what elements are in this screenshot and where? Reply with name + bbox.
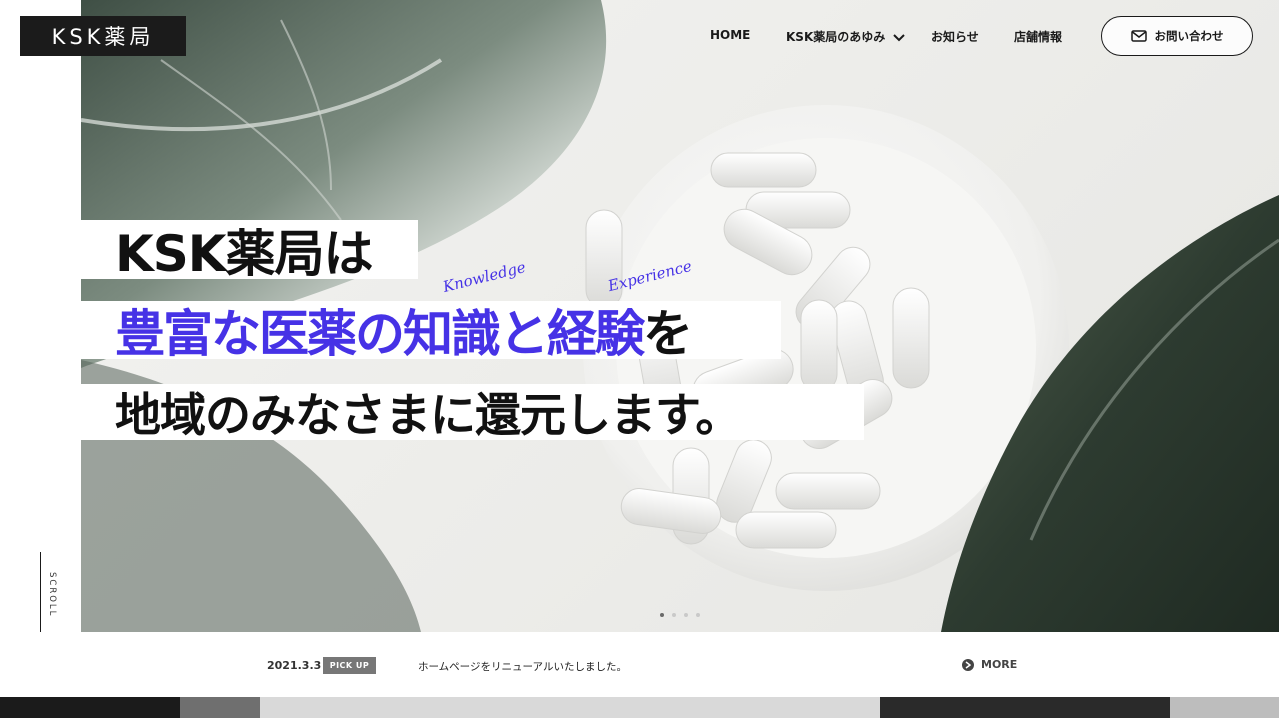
nav-item-label: KSK薬局のあゆみ: [786, 30, 886, 44]
nav-item-label: HOME: [710, 28, 751, 42]
mail-icon: [1130, 30, 1147, 42]
contact-button[interactable]: お問い合わせ: [1101, 16, 1253, 56]
nav-item-label: 店舗情報: [1014, 30, 1063, 44]
contact-button-label: お問い合わせ: [1154, 29, 1224, 43]
chevron-down-icon: [893, 34, 906, 42]
next-section-preview: [0, 697, 1279, 718]
slider-dot[interactable]: [684, 613, 688, 617]
news-link[interactable]: ホームページをリニューアルいたしました。: [418, 659, 627, 674]
nav-item-home[interactable]: HOME: [710, 28, 750, 42]
nav-item-label: お知らせ: [931, 30, 979, 44]
hero-headline-line-3: 地域のみなさまに還元します。: [81, 384, 864, 442]
slider-dot[interactable]: [696, 613, 700, 617]
nav-item-history[interactable]: KSK薬局のあゆみ: [786, 28, 906, 45]
nav-item-stores[interactable]: 店舗情報: [1014, 28, 1062, 45]
headline-text: KSK薬局は: [115, 224, 374, 283]
hero-headline-line-1: KSK薬局は: [81, 220, 418, 283]
slider-dot[interactable]: [660, 613, 664, 617]
headline-accent-text: 豊富な医薬の知識と経験: [115, 305, 645, 363]
slider-pagination: [660, 613, 700, 617]
global-nav: HOME KSK薬局のあゆみ お知らせ 店舗情報 お問い合わせ: [0, 0, 1279, 72]
more-label: MORE: [981, 658, 1018, 671]
slider-dot[interactable]: [672, 613, 676, 617]
nav-item-news[interactable]: お知らせ: [931, 28, 979, 45]
hero-headline-line-2: 豊富な医薬の知識と経験を: [81, 301, 781, 363]
pickup-badge: PICK UP: [323, 657, 376, 674]
more-link[interactable]: MORE: [962, 658, 1017, 671]
news-date: 2021.3.3: [267, 659, 322, 672]
scroll-label: SCROLL: [47, 572, 57, 618]
scroll-line: [40, 552, 41, 632]
headline-text: 地域のみなさまに還元します。: [115, 388, 741, 442]
chevron-right-circle-icon: [962, 658, 974, 671]
headline-text: を: [643, 305, 693, 363]
